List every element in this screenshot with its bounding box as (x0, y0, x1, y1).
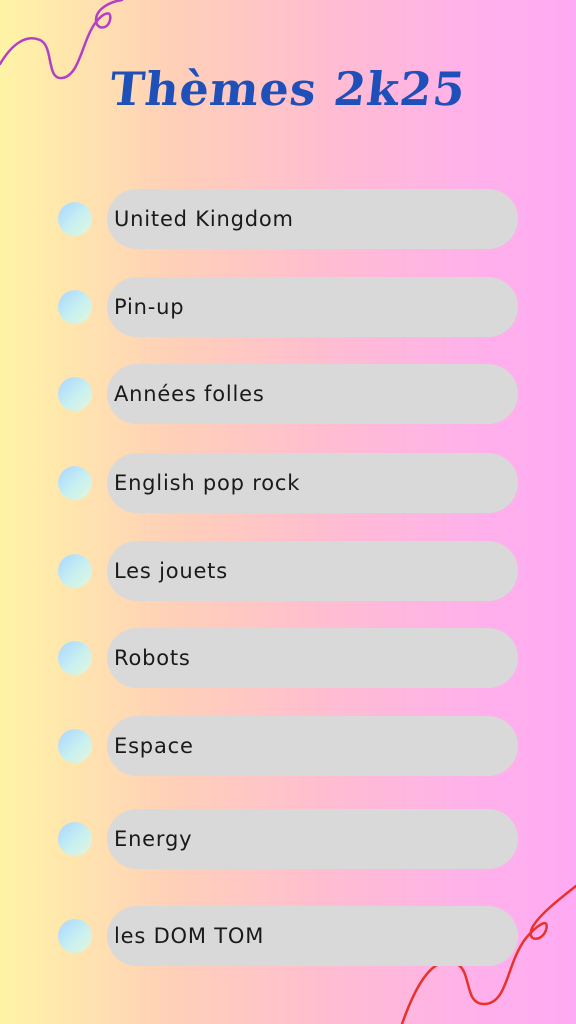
themes-list: United Kingdom Pin-up Années folles Engl… (0, 0, 576, 1024)
list-item: English pop rock (0, 453, 576, 513)
bullet-icon (58, 466, 92, 500)
bullet-icon (58, 919, 92, 953)
list-item: Pin-up (0, 277, 576, 337)
theme-label: Espace (114, 734, 194, 758)
bullet-icon (58, 729, 92, 763)
theme-label: United Kingdom (114, 207, 294, 231)
theme-pill: Robots (107, 628, 518, 688)
bullet-icon (58, 377, 92, 411)
theme-label: Années folles (114, 382, 265, 406)
theme-label: Robots (114, 646, 191, 670)
theme-pill: United Kingdom (107, 189, 518, 249)
list-item: Les jouets (0, 541, 576, 601)
list-item: Robots (0, 628, 576, 688)
theme-pill: Espace (107, 716, 518, 776)
list-item: Energy (0, 809, 576, 869)
theme-pill: Energy (107, 809, 518, 869)
theme-pill: English pop rock (107, 453, 518, 513)
bullet-icon (58, 202, 92, 236)
theme-pill: Années folles (107, 364, 518, 424)
theme-label: les DOM TOM (114, 924, 265, 948)
list-item: Années folles (0, 364, 576, 424)
bullet-icon (58, 554, 92, 588)
bullet-icon (58, 822, 92, 856)
theme-label: Energy (114, 827, 193, 851)
list-item: les DOM TOM (0, 906, 576, 966)
list-item: United Kingdom (0, 189, 576, 249)
theme-pill: Pin-up (107, 277, 518, 337)
theme-pill: les DOM TOM (107, 906, 518, 966)
bullet-icon (58, 290, 92, 324)
theme-label: Les jouets (114, 559, 228, 583)
theme-label: Pin-up (114, 295, 185, 319)
bullet-icon (58, 641, 92, 675)
theme-label: English pop rock (114, 471, 301, 495)
theme-pill: Les jouets (107, 541, 518, 601)
list-item: Espace (0, 716, 576, 776)
